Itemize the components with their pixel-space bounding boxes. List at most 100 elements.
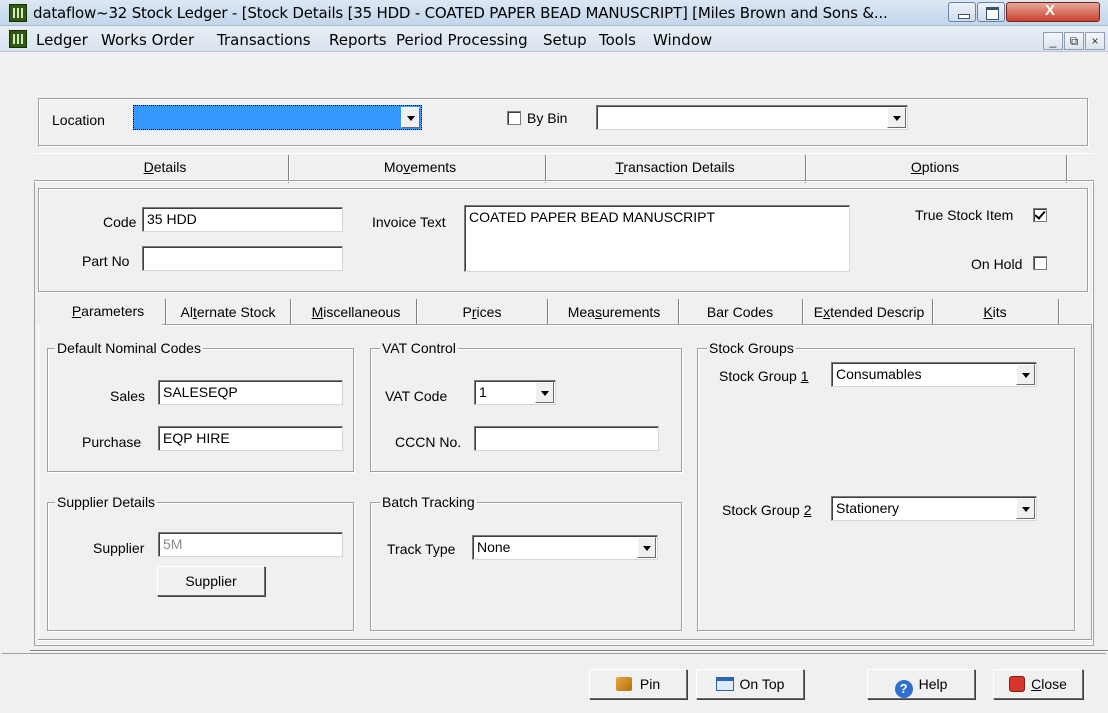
supplier-label: Supplier [93, 540, 145, 556]
tab-separator [545, 155, 547, 183]
pin-button[interactable]: Pin [589, 669, 687, 699]
mdi-restore-button[interactable]: ⧉ [1064, 32, 1084, 50]
menu-ledger[interactable]: Ledger [36, 31, 88, 49]
stock-group-2-label: Stock Group 2 [722, 502, 812, 518]
footer-divider-inner [2, 653, 1106, 654]
menu-transactions[interactable]: Transactions [217, 31, 311, 49]
tab-separator [678, 299, 680, 325]
stock-group-1-select[interactable]: Consumables [831, 362, 1037, 387]
default-nominal-codes-group [47, 348, 354, 472]
vat-code-select[interactable]: 1 [474, 380, 556, 405]
tab-separator [932, 299, 934, 325]
menu-setup[interactable]: Setup [543, 31, 587, 49]
mdi-close-button[interactable]: × [1085, 32, 1105, 50]
tab-kits[interactable]: Kits [970, 304, 1020, 320]
tab-alternate-stock[interactable]: Alternate Stock [170, 304, 286, 320]
sales-label: Sales [110, 388, 146, 404]
true-stock-item-label: True Stock Item [915, 207, 1014, 223]
close-icon: X [1045, 2, 1056, 19]
window-close-button[interactable]: X [1006, 2, 1100, 22]
cccn-field[interactable] [474, 426, 659, 451]
chevron-down-icon [1016, 498, 1035, 519]
batch-tracking-title: Batch Tracking [380, 494, 477, 510]
vat-control-group [370, 348, 682, 472]
subtab-page-right [1091, 324, 1092, 640]
chevron-down-icon [1016, 364, 1035, 385]
stock-groups-group [697, 348, 1075, 631]
supplier-field: 5M [158, 532, 343, 557]
tab-bar-codes[interactable]: Bar Codes [694, 304, 786, 320]
track-type-label: Track Type [387, 541, 456, 557]
stock-group-2-select[interactable]: Stationery [831, 496, 1037, 521]
tab-miscellaneous[interactable]: Miscellaneous [300, 304, 412, 320]
menu-period-processing[interactable]: Period Processing [396, 31, 528, 49]
chevron-down-icon [401, 107, 420, 128]
minimize-button[interactable] [948, 2, 976, 22]
tab-prices[interactable]: Prices [448, 304, 516, 320]
on-hold-checkbox[interactable] [1033, 256, 1047, 270]
help-button[interactable]: ? Help [867, 669, 975, 699]
document-icon[interactable] [9, 30, 27, 48]
vat-code-label: VAT Code [385, 388, 448, 404]
app-icon [9, 4, 27, 22]
menu-reports[interactable]: Reports [329, 31, 387, 49]
true-stock-item-checkbox[interactable] [1033, 208, 1047, 222]
by-bin-label: By Bin [527, 110, 568, 126]
tab-separator [288, 155, 290, 183]
footer-divider [30, 650, 1108, 651]
power-icon [1009, 676, 1026, 692]
subtab-page-left [38, 324, 39, 640]
supplier-button[interactable]: Supplier [157, 566, 265, 596]
mdi-minimize-button[interactable]: _ [1043, 32, 1063, 50]
tab-separator [547, 299, 549, 325]
invoice-text-label: Invoice Text [372, 214, 446, 230]
menu-tools[interactable]: Tools [599, 31, 636, 49]
tab-separator [1058, 299, 1060, 325]
tab-page-top-line [34, 181, 1094, 182]
pin-icon [615, 677, 632, 691]
part-no-field[interactable] [142, 246, 343, 271]
tab-measurements[interactable]: Measurements [554, 304, 674, 320]
help-icon: ? [894, 680, 913, 698]
track-type-select[interactable]: None [472, 535, 658, 560]
chevron-down-icon [637, 537, 656, 558]
code-field[interactable]: 35 HDD [142, 207, 343, 232]
chevron-down-icon [535, 382, 554, 403]
sales-nominal-field[interactable]: SALESEQP [158, 380, 343, 405]
tab-separator [165, 299, 167, 325]
vat-control-title: VAT Control [380, 340, 458, 356]
tab-separator [416, 299, 418, 325]
tab-parameters[interactable]: Parameters [60, 303, 156, 319]
purchase-label: Purchase [82, 434, 142, 450]
on-top-button[interactable]: On Top [696, 669, 804, 699]
menu-works-order[interactable]: Works Order [101, 31, 194, 49]
tab-extended-descrip[interactable]: Extended Descrip [806, 304, 932, 320]
location-select[interactable] [133, 105, 422, 130]
bin-select[interactable] [596, 105, 908, 130]
tab-separator [290, 299, 292, 325]
subtab-page-bottom [38, 639, 1092, 640]
tab-details[interactable]: Details [130, 159, 200, 175]
tab-page-top-shadow [34, 180, 1094, 181]
tab-separator [802, 299, 804, 325]
purchase-nominal-field[interactable]: EQP HIRE [158, 426, 343, 451]
tab-transaction-details[interactable]: Transaction Details [605, 159, 745, 175]
tab-separator [1066, 155, 1068, 183]
code-label: Code [103, 214, 137, 230]
window-title: dataflow~32 Stock Ledger - [Stock Detail… [33, 4, 888, 22]
location-label: Location [52, 112, 105, 128]
invoice-text-area[interactable]: COATED PAPER BEAD MANUSCRIPT [464, 205, 850, 272]
maximize-button[interactable] [977, 2, 1005, 22]
close-button[interactable]: Close [993, 669, 1083, 699]
window-icon [715, 677, 734, 691]
stock-groups-title: Stock Groups [707, 340, 796, 356]
cccn-label: CCCN No. [395, 434, 462, 450]
tab-separator [805, 155, 807, 183]
tab-movements[interactable]: Movements [370, 159, 470, 175]
menu-window[interactable]: Window [653, 31, 712, 49]
tab-options[interactable]: Options [895, 159, 975, 175]
on-hold-label: On Hold [971, 256, 1023, 272]
default-nominal-codes-title: Default Nominal Codes [55, 340, 203, 356]
stock-group-1-label: Stock Group 1 [719, 368, 809, 384]
by-bin-checkbox[interactable] [507, 111, 521, 125]
